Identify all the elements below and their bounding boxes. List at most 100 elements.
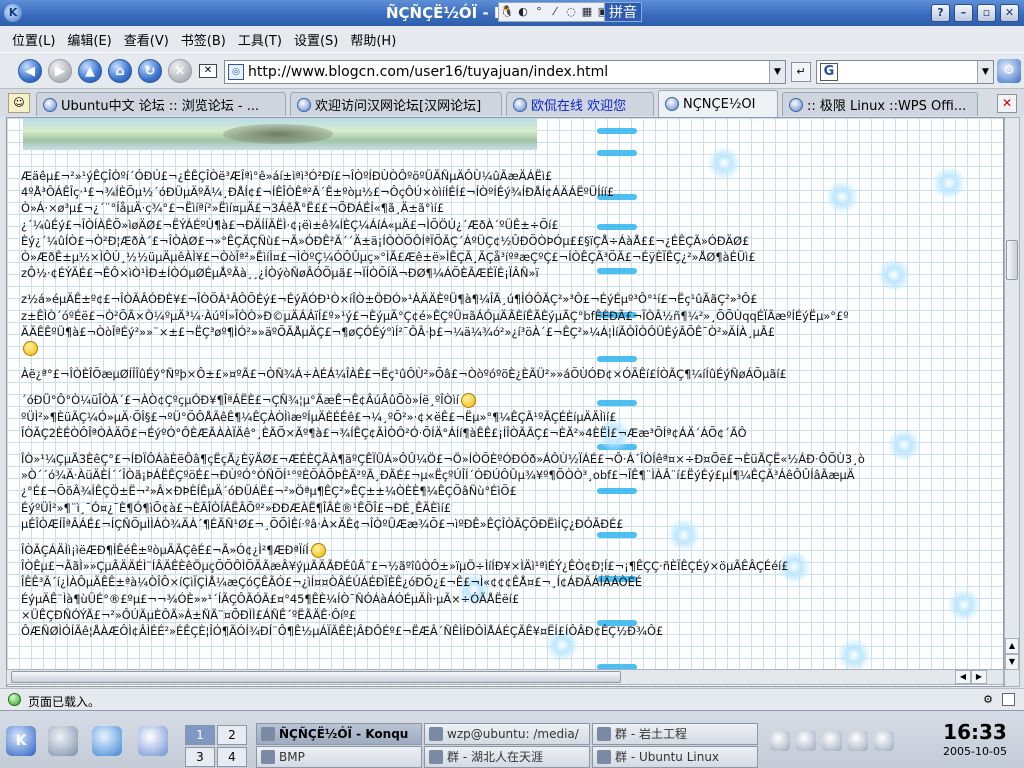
- storage-icon[interactable]: [874, 731, 894, 751]
- url-input[interactable]: ◎ http://www.blogcn.com/user16/tuyajuan/…: [224, 60, 786, 84]
- clear-location-icon[interactable]: ✕: [199, 64, 217, 78]
- mail-launcher-icon[interactable]: [138, 726, 168, 756]
- menu-location[interactable]: 位置(L): [6, 30, 61, 49]
- location-toolbar: ◀ ▶ ▲ ⌂ ↻ ✕ ✕ ◎ http://www.blogcn.com/us…: [0, 52, 1024, 88]
- task-bmp[interactable]: BMP: [256, 746, 422, 768]
- maximize-button[interactable]: ▫: [977, 4, 996, 22]
- punctuation-icon[interactable]: °: [531, 3, 547, 21]
- back-arrow-icon[interactable]: ◀: [18, 59, 42, 83]
- vertical-scrollbar[interactable]: ▲ ▼: [1004, 117, 1020, 687]
- wink-emoticon-icon: [310, 543, 326, 559]
- tab-oukan-online[interactable]: 欧侃在线 欢迎您: [506, 92, 654, 116]
- search-dropdown-icon[interactable]: ▼: [977, 61, 993, 83]
- new-tab-icon[interactable]: ☺: [8, 93, 30, 113]
- tab-hanwang-forum[interactable]: 欢迎访问汉网论坛[汉网论坛]: [290, 92, 502, 116]
- link-view-checkbox[interactable]: [1002, 693, 1015, 706]
- help-button[interactable]: ?: [931, 4, 950, 22]
- menu-bookmarks[interactable]: 书签(B): [175, 30, 232, 49]
- menu-help[interactable]: 帮助(H): [344, 30, 402, 49]
- penguin-icon[interactable]: 🐧: [499, 3, 515, 21]
- input-mode-icon[interactable]: ◐: [515, 3, 531, 21]
- text-line: ÎÒÊµ£¬ÃãÌ»»ÇµÃÄÄÉÌ¨ÍÂÄÊÈêÖµçÕÕÔÌÕÄÃæÂ¥ýµ…: [21, 559, 789, 574]
- pager-desktop-2[interactable]: 2: [217, 725, 247, 745]
- home-icon[interactable]: ⌂: [108, 59, 132, 83]
- scroll-right-icon[interactable]: ▶: [971, 670, 987, 684]
- task-qq-geotech[interactable]: 群 - 岩土工程: [592, 723, 758, 745]
- tab-linux-wps[interactable]: :: 极限 Linux ::WPS Offi...: [782, 92, 978, 116]
- stop-icon[interactable]: ✕: [168, 59, 192, 83]
- clock[interactable]: 16:33 2005-10-05: [930, 719, 1020, 759]
- paragraph: ÎÒÃÇÁÄÌì¡ìëÆÐ¶ÌÊéÊ±ºòµÄÃÇêÉ£¬Ã»Ó¢¿Ì²¶ÆÐª…: [21, 542, 999, 639]
- tab-current-blog[interactable]: ÑÇÑÇË½ÓÏ: [658, 90, 778, 117]
- scroll-up-icon[interactable]: ▲: [1005, 638, 1019, 654]
- url-dropdown-icon[interactable]: ▼: [769, 61, 785, 83]
- paragraph: ÎÒ»¹¼ÇµÃ3ÈêÇ°£¬ÍÐÏÔÁàÈëÔâ¶çËçÃ¿ÈÿÄØ£¬ÆÉÈ…: [21, 451, 999, 532]
- scroll-left-icon[interactable]: ◀: [955, 670, 971, 684]
- desktop-icon[interactable]: [48, 726, 78, 756]
- menu-view[interactable]: 查看(V): [118, 30, 175, 49]
- kde-panel: K 1 2 3 4 ÑÇÑÇË½ÓÏ - Konqu wzp@ubuntu: /…: [0, 710, 1024, 768]
- up-arrow-icon[interactable]: ▲: [78, 59, 102, 83]
- task-qq-ubuntu[interactable]: 群 - Ubuntu Linux: [592, 746, 758, 768]
- tab-bar: ☺ Ubuntu中文 论坛 :: 浏览论坛 - ... 欢迎访问汉网论坛[汉网论…: [0, 88, 1024, 117]
- smiley-emoticon-icon: [23, 341, 38, 357]
- task-qq-hubei[interactable]: 群 - 湖北人在天涯: [424, 746, 590, 768]
- text-line: ÉýºÜÌ²»¶¨ì¸¯Ó¤¿¯È¶Ó¶ìÕ¢à£¬ÈÃÎÒÍÁËÂÕº²»ÐÐ…: [21, 500, 452, 515]
- menu-settings[interactable]: 设置(S): [288, 30, 344, 49]
- text-line: ¿°É£¬ÕõÂ¾ÍÊÇÖ±Ë¬²»Â×ÐÞÈÍÊµÄ´óÐÜÁË£¬²»Öªµ…: [21, 484, 517, 499]
- ime-pinyin-label[interactable]: 拼音: [604, 2, 642, 22]
- grin-emoticon-icon: [460, 393, 476, 409]
- tab-label: ÑÇÑÇË½ÓÏ: [683, 96, 756, 112]
- system-tray: [770, 725, 920, 757]
- notebook-ring: [597, 150, 637, 156]
- status-bar: 页面已载入。 ⚙: [0, 688, 1024, 710]
- forward-arrow-icon[interactable]: ▶: [48, 59, 72, 83]
- go-icon[interactable]: ↵: [791, 62, 811, 82]
- window-titlebar[interactable]: K ÑÇÑÇË½ÓÏ - Ko 🐧 ◐ ° ⁄ ◌ ▦ ▣ 拼音 ? – ▫ ✕: [0, 0, 1024, 26]
- notebook-ring: [597, 128, 637, 134]
- menu-tools[interactable]: 工具(T): [232, 30, 288, 49]
- grid-icon[interactable]: ▦: [579, 3, 595, 21]
- scroll-down-icon[interactable]: ▼: [1005, 654, 1019, 670]
- tab-ubuntu-forum[interactable]: Ubuntu中文 论坛 :: 浏览论坛 - ...: [36, 92, 286, 116]
- vertical-scroll-thumb[interactable]: [1006, 240, 1018, 280]
- search-input[interactable]: G ▼: [816, 60, 994, 84]
- text-line: Ò»Á·×ø³µ£¬¿´¨°ÍåµÄ·ç¾°£¬Ëìíªí²»Ëìí¤µÄ£¬3…: [21, 201, 445, 216]
- paragraph: ´óÐÜ°Ô°Ò¼üÎÒÀ´£¬ÀÒ¢ÇºçµÓÐ¥¶ÎªÁËÈ­£¬ÇÑ¾¦µ…: [21, 392, 999, 441]
- pager-desktop-1[interactable]: 1: [185, 725, 215, 745]
- text-line: z½á»éµÄÊ±º¢£¬ÎÒÃÂÓÐÈ¥£¬ÎÒÕÀ¹ÂÔÕÉý£¬ÉýÃÓÐ…: [21, 292, 758, 307]
- menu-edit[interactable]: 编辑(E): [61, 30, 117, 49]
- search-engine-icon[interactable]: G: [820, 63, 838, 81]
- horizontal-scroll-thumb[interactable]: [11, 671, 621, 683]
- security-icon[interactable]: ⚙: [980, 692, 996, 708]
- paragraph: z½á»éµÄÊ±º¢£¬ÎÒÃÂÓÐÈ¥£¬ÎÒÕÀ¹ÂÔÕÉý£¬ÉýÃÓÐ…: [21, 291, 999, 357]
- text-line: zÔ½·¢ÉÝÄÉ£¬ÊÔ×ìÒ¹ÌÐ±ÍÒÓµØÉµÅºÃà¸¸¿ÍÒýòÑø…: [21, 266, 539, 281]
- klipper-icon[interactable]: [770, 731, 790, 751]
- task-konqueror[interactable]: ÑÇÑÇË½ÓÏ - Konqu: [256, 723, 422, 745]
- text-line: ÎÒ»¹¼ÇµÃ3ÈêÇ°£¬ÍÐÏÔÁàÈëÔâ¶çËçÃ¿ÈÿÄØ£¬ÆÉÈ…: [21, 452, 865, 467]
- url-text[interactable]: http://www.blogcn.com/user16/tuyajuan/in…: [248, 64, 608, 80]
- k-menu-icon[interactable]: K: [6, 726, 36, 756]
- pager-desktop-4[interactable]: 4: [217, 747, 247, 767]
- page-viewport[interactable]: Æäêµ£¬²»¹ýÊÇÎÒºí´ÓÐÚ£¬¿ÉÊÇÎÒë³ÆÎªì°ê»áí±…: [6, 117, 1004, 687]
- horizontal-scrollbar[interactable]: ◀ ▶: [6, 669, 1004, 685]
- reload-icon[interactable]: ↻: [138, 59, 162, 83]
- pager-desktop-3[interactable]: 3: [185, 747, 215, 767]
- close-window-button[interactable]: ✕: [1000, 4, 1019, 22]
- text-line: ÄÄÊÊºÜ¶à£¬ÒòÎªÉý²»»¨×±£¬ËÇ³øº¶ÌÓ²»»äºÕÃÅ…: [21, 324, 775, 339]
- konqueror-app-icon[interactable]: K: [4, 4, 22, 22]
- text-line: »Ò´´ó¾Ä·ÀüÄÈÍ´´ÎÒã¡ÞÁËÊÇºöÉ£¬ÐÙºÓ°ÓÑÕÍ¹°…: [21, 468, 855, 483]
- sun-icon[interactable]: [848, 731, 868, 751]
- network-icon[interactable]: [822, 731, 842, 751]
- ime-tray[interactable]: 🐧 ◐ ° ⁄ ◌ ▦ ▣: [498, 2, 612, 22]
- shape-icon[interactable]: ◌: [563, 3, 579, 21]
- konqueror-launcher-icon[interactable]: [92, 726, 122, 756]
- text-line: ÎÊÊ³Ã´í¿ÌÀÔµÃÊÊ±ªà¼ÒÎÔ×íÇìÏÇÌÅ¼æÇóÇÊÃÓ£¬…: [21, 575, 643, 590]
- brush-icon[interactable]: ⁄: [547, 3, 563, 21]
- task-terminal[interactable]: wzp@ubuntu: /media/: [424, 723, 590, 745]
- text-line: ÎÒÃÇÁÄÌì¡ìëÆÐ¶ÌÊéÊ±ºòµÄÃÇêÉ£¬Ã»Ó¢¿Ì²¶ÆÐª…: [21, 543, 309, 558]
- minimize-button[interactable]: –: [954, 4, 973, 22]
- close-tab-icon[interactable]: ✕: [997, 94, 1017, 113]
- text-line: Ò»ÆðÊ±µ½×ÌÔÚ¸½½üµÄµêÀÌ¥£¬ÒòÎª²»ÊìíÌ¤£¬ÌÒ…: [21, 250, 756, 265]
- kmix-volume-icon[interactable]: [796, 731, 816, 751]
